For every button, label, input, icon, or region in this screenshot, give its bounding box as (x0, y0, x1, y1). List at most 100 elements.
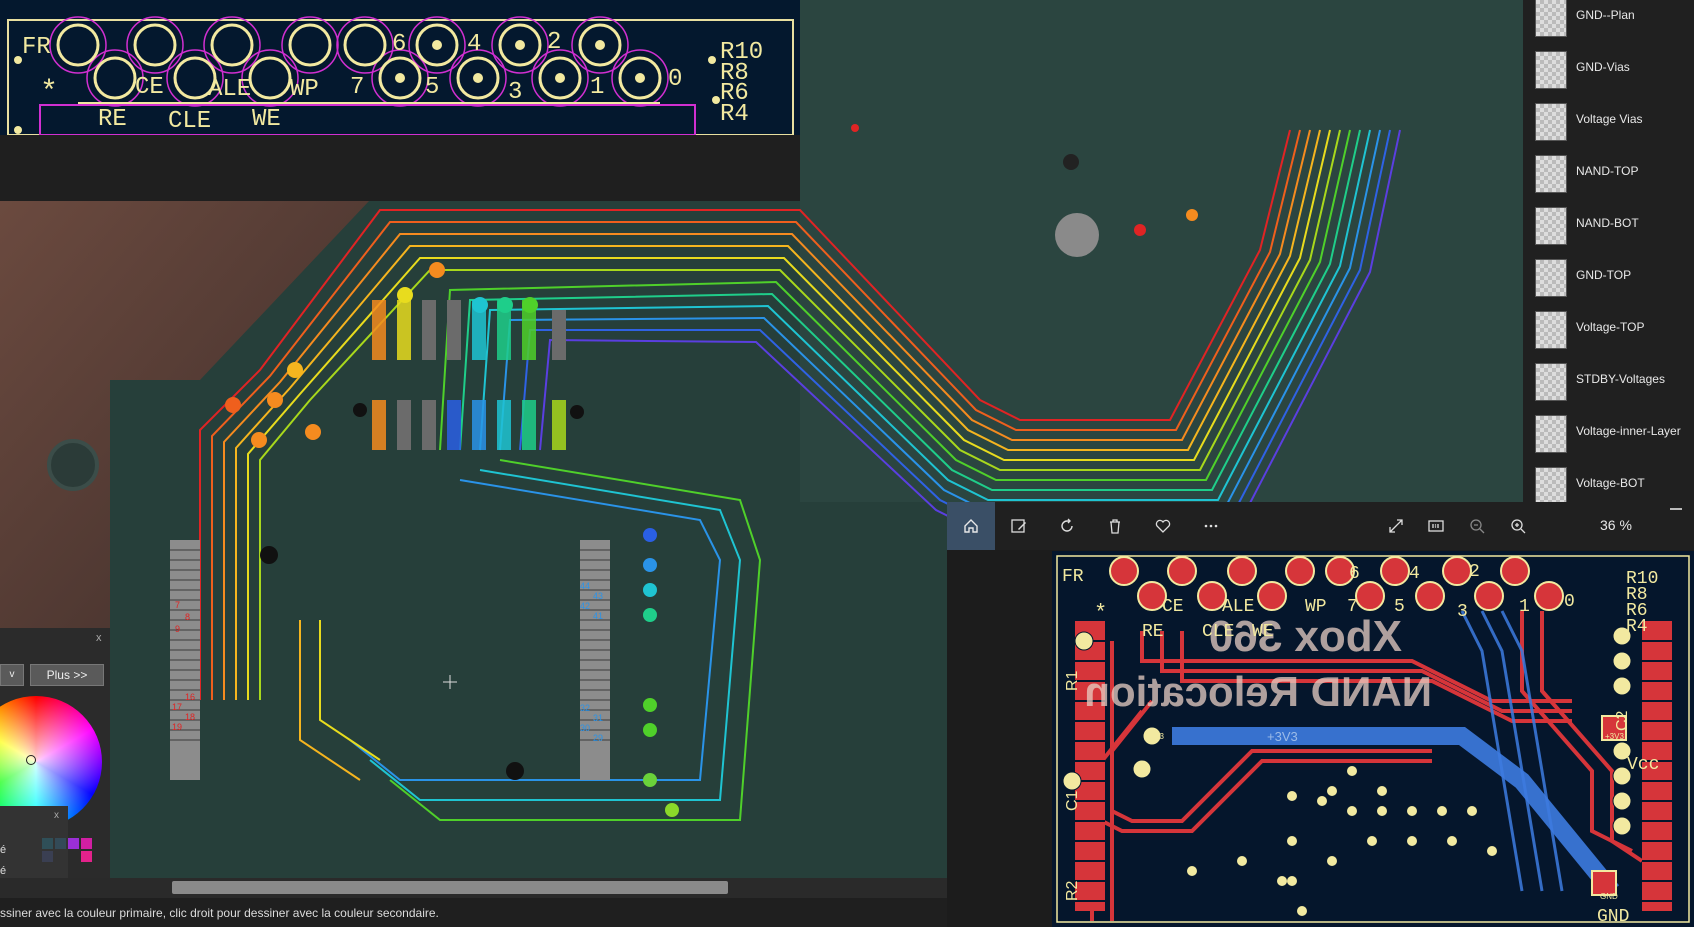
viewer-label-5: 5 (1394, 597, 1405, 617)
color-mode-dropdown[interactable]: v (0, 664, 24, 686)
layer-item-nand-top[interactable]: NAND-TOP (1523, 147, 1694, 199)
inner-close-button[interactable]: x (54, 810, 59, 821)
viewer-label-0: 0 (1564, 592, 1575, 612)
viewer-label-star: * (1094, 601, 1107, 626)
layer-item-voltage-inner-layer[interactable]: Voltage-inner-Layer (1523, 407, 1694, 459)
pin-label: 42 (580, 601, 590, 611)
more-colors-button[interactable]: Plus >> (30, 664, 104, 686)
layer-label: Voltage-BOT (1576, 476, 1645, 490)
pin-label: 29 (593, 733, 603, 743)
layer-thumbnail (1535, 207, 1567, 245)
trace-label-3v3: +3V3 (1267, 729, 1298, 744)
label-r4: R4 (720, 101, 749, 128)
viewer-label-6: 6 (1349, 564, 1360, 584)
layer-thumbnail (1535, 467, 1567, 505)
edit-image-icon (1011, 519, 1026, 533)
horizontal-scrollbar[interactable] (0, 878, 947, 898)
label-cle: CLE (168, 108, 211, 135)
more-button[interactable] (1187, 502, 1235, 550)
zoom-in-button[interactable] (1494, 502, 1542, 550)
layer-label: GND-TOP (1576, 268, 1632, 282)
label-wp: WP (290, 76, 319, 103)
layer-label: Voltage-inner-Layer (1576, 424, 1681, 438)
label-5: 5 (425, 74, 439, 101)
preview-dark-area (0, 135, 800, 201)
viewer-label-7: 7 (1347, 597, 1358, 617)
viewer-label-2: 2 (1469, 562, 1480, 582)
pin-label: 43 (593, 591, 603, 601)
delete-button[interactable] (1091, 502, 1139, 550)
viewer-label-fr: FR (1062, 567, 1084, 587)
color-swatch[interactable] (81, 838, 92, 849)
layer-item-stdby-voltages[interactable]: STDBY-Voltages (1523, 355, 1694, 407)
color-wheel-picker[interactable] (26, 755, 36, 765)
layer-item-gnd-plan[interactable]: GND--Plan (1523, 0, 1694, 43)
color-swatch[interactable] (42, 838, 53, 849)
rotate-icon (1061, 518, 1073, 532)
edit-image-button[interactable] (995, 502, 1043, 550)
pcb-layout-preview-top: FR * CE ALE WP 7 6 5 4 3 2 1 0 RE CLE WE… (0, 0, 800, 135)
layer-item-nand-bot[interactable]: NAND-BOT (1523, 199, 1694, 251)
pad-label-v3: +3V3 (1145, 732, 1164, 741)
layer-label: GND-Vias (1576, 60, 1630, 74)
pad-label-3v3: +3V3 (1605, 732, 1624, 741)
layers-panel: GND--Plan GND-Vias Voltage Vias NAND-TOP… (1523, 0, 1694, 505)
pad-label-gnd: GND (1600, 892, 1618, 901)
layer-item-gnd-top[interactable]: GND-TOP (1523, 251, 1694, 303)
home-button[interactable] (947, 502, 995, 550)
color-swatch[interactable] (55, 838, 66, 849)
viewer-label-wp: WP (1305, 597, 1327, 617)
pin-label: 8 (185, 612, 190, 622)
pin-label: 9 (175, 624, 180, 634)
board-title-line2: NAND Relocation (1084, 668, 1432, 715)
layer-thumbnail (1535, 51, 1567, 89)
dialog-close-button[interactable]: x (96, 632, 102, 644)
layer-thumbnail (1535, 311, 1567, 349)
viewer-label-4: 4 (1409, 564, 1420, 584)
label-we: WE (252, 106, 281, 133)
pin-label: 17 (172, 702, 182, 712)
pin-label: 31 (593, 713, 603, 723)
layer-label: Voltage-TOP (1576, 320, 1645, 334)
dialog-row-label: é (0, 844, 7, 856)
label-re: RE (98, 106, 127, 133)
layer-item-voltage-top[interactable]: Voltage-TOP (1523, 303, 1694, 355)
pin-label: 18 (185, 712, 195, 722)
pin-label: 19 (172, 722, 182, 732)
viewer-label-r1: R1 (1064, 670, 1081, 691)
scrollbar-thumb[interactable] (172, 881, 728, 894)
label-7: 7 (350, 74, 364, 101)
label-ce: CE (135, 74, 164, 101)
zoom-level: 36 % (1600, 517, 1632, 533)
more-icon (1204, 524, 1218, 528)
label-3: 3 (508, 79, 522, 106)
layer-label: NAND-BOT (1576, 216, 1639, 230)
favorite-button[interactable] (1139, 502, 1187, 550)
viewer-label-ale: ALE (1222, 597, 1254, 617)
pin-label: 41 (593, 611, 603, 621)
layer-thumbnail (1535, 155, 1567, 193)
rotate-button[interactable] (1043, 502, 1091, 550)
label-0: 0 (668, 66, 682, 93)
dialog-row-label: é (0, 865, 7, 877)
layer-label: NAND-TOP (1576, 164, 1639, 178)
viewer-label-cle: CLE (1202, 622, 1234, 642)
layer-item-gnd-vias[interactable]: GND-Vias (1523, 43, 1694, 95)
layer-item-voltage-vias[interactable]: Voltage Vias (1523, 95, 1694, 147)
viewer-label-we: WE (1252, 622, 1274, 642)
viewer-label-3: 3 (1457, 602, 1468, 622)
expand-icon (1389, 519, 1403, 533)
viewer-label-r2: R2 (1064, 880, 1081, 901)
viewer-label-1: 1 (1519, 597, 1530, 617)
board-title-line1: Xbox 360 (1209, 612, 1402, 661)
color-swatch[interactable] (68, 838, 79, 849)
label-ale: ALE (208, 76, 251, 103)
color-swatch[interactable] (42, 851, 53, 862)
minimize-button[interactable] (1670, 508, 1682, 510)
favorite-icon (1155, 519, 1171, 533)
pin-label: 7 (175, 600, 180, 610)
viewer-label-r4: R4 (1626, 617, 1648, 637)
label-star: * (40, 76, 58, 110)
layer-thumbnail (1535, 415, 1567, 453)
color-swatch[interactable] (81, 851, 92, 862)
